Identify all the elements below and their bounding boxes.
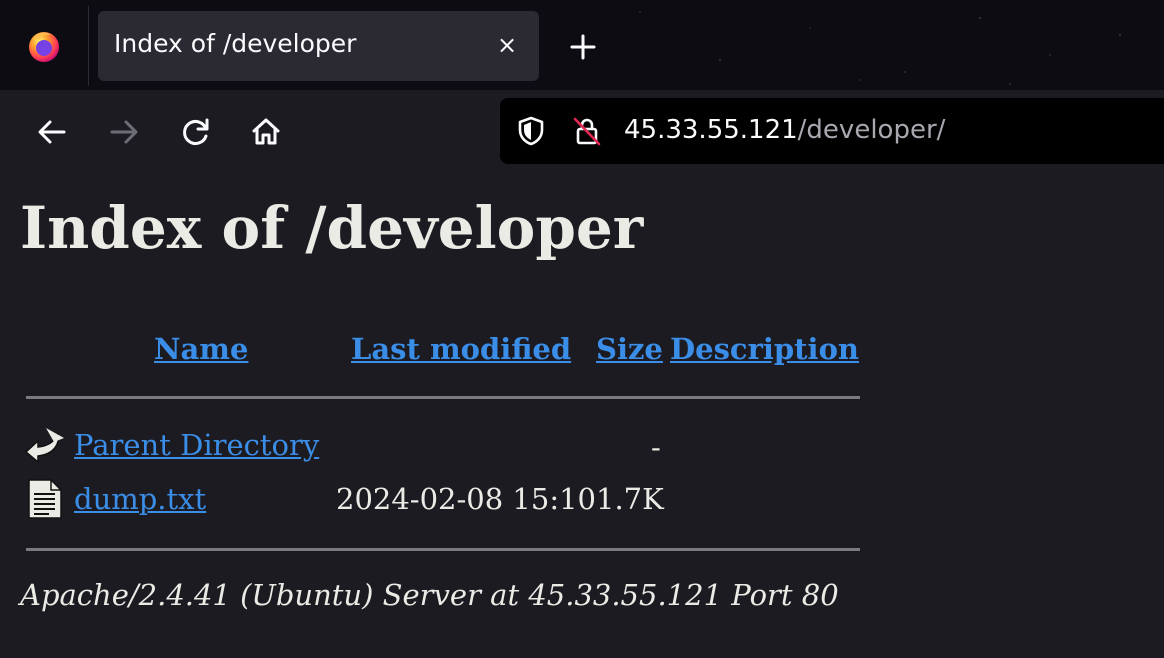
url-path: /developer/ bbox=[797, 115, 946, 145]
column-header-size[interactable]: Size bbox=[596, 332, 663, 366]
tab-close-icon[interactable]: × bbox=[489, 27, 525, 63]
column-header-last-modified[interactable]: Last modified bbox=[351, 332, 571, 366]
row-size: - bbox=[651, 430, 661, 464]
table-row: Parent Directory bbox=[74, 428, 319, 462]
table-row: dump.txt bbox=[74, 482, 206, 516]
tracking-shield-icon[interactable] bbox=[514, 114, 548, 148]
text-file-icon bbox=[28, 479, 62, 519]
forward-arrow-icon[interactable] bbox=[104, 112, 144, 152]
server-signature: Apache/2.4.41 (Ubuntu) Server at 45.33.5… bbox=[20, 578, 839, 612]
url-host: 45.33.55.121 bbox=[624, 115, 798, 145]
row-last-modified: 2024-02-08 15:10 bbox=[336, 482, 596, 516]
url-text[interactable]: 45.33.55.121/developer/ bbox=[624, 115, 945, 145]
tab-title: Index of /developer bbox=[114, 29, 357, 58]
dump-txt-link[interactable]: dump.txt bbox=[74, 482, 206, 516]
browser-tab-active[interactable]: Index of /developer × bbox=[98, 11, 539, 81]
parent-directory-link[interactable]: Parent Directory bbox=[74, 428, 319, 462]
reload-icon[interactable] bbox=[176, 112, 216, 152]
address-bar[interactable]: 45.33.55.121/developer/ bbox=[500, 98, 1164, 164]
tab-strip: Index of /developer × bbox=[0, 0, 1164, 90]
page-title: Index of /developer bbox=[20, 194, 644, 262]
navigation-toolbar: 45.33.55.121/developer/ bbox=[0, 90, 1164, 172]
page-content: Index of /developer Name Last modified S… bbox=[0, 172, 1164, 658]
insecure-lock-icon[interactable] bbox=[570, 114, 604, 148]
footer-divider bbox=[26, 548, 860, 551]
column-header-description[interactable]: Description bbox=[670, 332, 859, 366]
back-arrow-icon bbox=[24, 428, 64, 464]
column-header-name[interactable]: Name bbox=[154, 332, 248, 366]
firefox-logo-icon[interactable] bbox=[26, 28, 62, 64]
home-icon[interactable] bbox=[246, 112, 286, 152]
header-divider bbox=[26, 396, 860, 399]
tab-separator bbox=[88, 6, 89, 86]
new-tab-plus-icon[interactable] bbox=[566, 30, 600, 64]
row-size: 1.7K bbox=[596, 482, 664, 516]
back-arrow-icon[interactable] bbox=[32, 112, 72, 152]
